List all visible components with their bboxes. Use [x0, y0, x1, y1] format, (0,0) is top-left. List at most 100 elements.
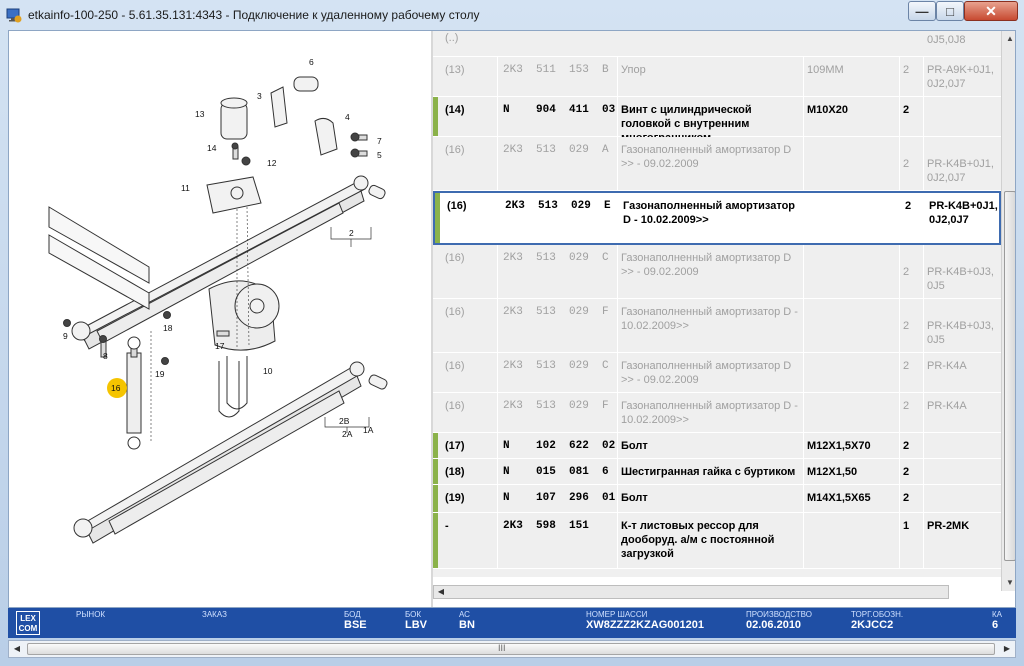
column-separator [899, 513, 900, 568]
table-horizontal-scrollbar[interactable]: ◀ [433, 585, 949, 599]
table-row[interactable]: (16) 2K3 513 029 A Газонаполненный амортиз… [433, 137, 1001, 191]
window-horizontal-scrollbar[interactable]: ◀ III ▶ [8, 640, 1016, 658]
column-separator [619, 193, 620, 243]
table-row[interactable]: (..) 0J5,0J8 [433, 31, 1001, 57]
column-separator [499, 193, 500, 243]
status-chassis-number: НОМЕР ШАССИ XW8ZZZ2KZAG001201 [586, 610, 704, 631]
callout-9: 9 [63, 331, 68, 341]
column-separator [497, 353, 498, 392]
table-row[interactable]: (17) N 102 622 02 Болт M12X1,5X70 2 [433, 433, 1001, 459]
scroll-right-icon[interactable]: ▶ [999, 641, 1015, 657]
column-separator [497, 393, 498, 432]
callout-2: 2 [349, 228, 354, 238]
column-separator [617, 299, 618, 352]
maximize-button[interactable]: □ [936, 1, 964, 21]
column-separator [617, 393, 618, 432]
cell-model: PR-K4A [927, 400, 967, 412]
cell-part-number: 2K3 513 029 F [503, 400, 609, 412]
cell-pos: (16) [447, 200, 467, 212]
cell-model: PR-A9K+0J1, 0J2,0J7 [927, 64, 994, 90]
table-row[interactable]: (13) 2K3 511 153 B Упор 109MM 2 PR-A9K+0J1, 0… [433, 57, 1001, 97]
scroll-left-icon[interactable]: ◀ [9, 641, 25, 657]
table-row[interactable]: (18) N 015 081 6 Шестигранная гайка с бурт… [433, 459, 1001, 485]
cell-part-number: 2K3 598 151 [503, 520, 589, 532]
column-separator [899, 393, 900, 432]
row-marker [433, 459, 438, 484]
cell-part-number: N 015 081 6 [503, 466, 609, 478]
table-row[interactable]: (16) 2K3 513 029 F Газонаполненный амортиз… [433, 299, 1001, 353]
title-bar[interactable]: etkainfo-100-250 - 5.61.35.131:4343 - По… [0, 0, 1024, 30]
table-row[interactable]: (14) N 904 411 03 Винт с цилиндрической го… [433, 97, 1001, 144]
column-separator [617, 353, 618, 392]
cell-quantity: 2 [903, 360, 910, 372]
table-vertical-scrollbar[interactable]: ▲ ▼ [1001, 31, 1015, 591]
cell-pos: (16) [445, 144, 465, 156]
minimize-button[interactable]: — [908, 1, 936, 21]
column-separator [803, 485, 804, 512]
column-separator [803, 299, 804, 352]
cell-model: PR-K4B+0J3, 0J5 [927, 266, 994, 292]
cell-pos: (16) [445, 360, 465, 372]
table-row[interactable]: (16) 2K3 513 029 C Газонаполненный амортиз… [433, 245, 1001, 299]
column-separator [497, 485, 498, 512]
cell-quantity: 2 [903, 266, 910, 278]
scroll-left-icon[interactable]: ◀ [434, 586, 448, 598]
cell-quantity: 2 [905, 200, 912, 212]
column-separator [803, 393, 804, 432]
callout-11: 11 [181, 183, 190, 193]
cell-description: Упор [621, 64, 646, 76]
cell-part-number: N 904 411 03 [503, 104, 616, 116]
table-row[interactable]: - 2K3 598 151 К-т листовых рессор для дооб… [433, 513, 1001, 569]
cell-pos: (18) [445, 466, 465, 478]
column-separator [803, 353, 804, 392]
cell-quantity: 2 [903, 440, 910, 452]
cell-part-number: N 102 622 02 [503, 440, 616, 452]
cell-part-number: 2K3 513 029 F [503, 306, 609, 318]
row-marker [433, 485, 438, 512]
cell-quantity: 2 [903, 64, 910, 76]
scroll-down-icon[interactable]: ▼ [1002, 575, 1015, 591]
column-separator [617, 57, 618, 96]
callout-2b: 2B [339, 416, 350, 426]
cell-part-number: N 107 296 01 [503, 492, 616, 504]
column-separator [497, 299, 498, 352]
suspension-diagram: 1A 2 2A 2B 3 4 5 6 7 8 9 10 11 12 13 14 [48, 57, 388, 544]
column-separator [617, 513, 618, 568]
callout-6: 6 [309, 57, 314, 67]
callout-7: 7 [377, 136, 382, 146]
column-separator [899, 485, 900, 512]
status-order: ЗАКАЗ [202, 610, 227, 619]
scroll-thumb[interactable] [1004, 191, 1015, 561]
table-row[interactable]: (19) N 107 296 01 Болт M14X1,5X65 2 [433, 485, 1001, 513]
remote-desktop-icon [6, 8, 22, 23]
minimize-icon: — [915, 3, 929, 19]
cell-part-number: 2K3 513 029 E [505, 200, 611, 212]
callout-12: 12 [267, 158, 277, 168]
window-title: etkainfo-100-250 - 5.61.35.131:4343 - По… [28, 8, 480, 22]
column-separator [899, 137, 900, 190]
scroll-up-icon[interactable]: ▲ [1002, 31, 1015, 47]
cell-model: PR-K4A [927, 360, 967, 372]
cell-quantity: 2 [903, 320, 910, 332]
table-row[interactable]: (16) 2K3 513 029 C Газонаполненный амортиз… [433, 353, 1001, 393]
cell-quantity: 2 [903, 466, 910, 478]
cell-model: PR-K4B+0J3, 0J5 [927, 320, 994, 346]
column-separator [617, 97, 618, 136]
parts-illustration[interactable]: 1A 2 2A 2B 3 4 5 6 7 8 9 10 11 12 13 14 [9, 31, 431, 607]
column-separator [497, 57, 498, 96]
column-separator [899, 353, 900, 392]
table-row[interactable]: (16) 2K3 513 029 F Газонаполненный амортиз… [433, 393, 1001, 433]
scroll-thumb[interactable]: III [27, 643, 995, 655]
callout-1a: 1A [363, 425, 374, 435]
cell-description: Шестигранная гайка с буртиком [621, 466, 796, 478]
column-separator [617, 137, 618, 190]
row-marker [433, 513, 438, 568]
cell-description: Газонаполненный амортизатор D - 10.02.20… [621, 306, 798, 332]
status-market: РЫНОК [76, 610, 106, 619]
status-trade-name: ТОРГ.ОБОЗН. 2KJCC2 [851, 610, 904, 631]
status-engine-code: БОД BSE [344, 610, 367, 631]
close-button[interactable]: ✕ [964, 1, 1018, 21]
cell-note: 109MM [807, 64, 844, 76]
cell-note: M12X1,50 [807, 466, 858, 478]
table-row[interactable]: (16) 2K3 513 029 E Газонаполненный амортиз… [433, 191, 1001, 245]
